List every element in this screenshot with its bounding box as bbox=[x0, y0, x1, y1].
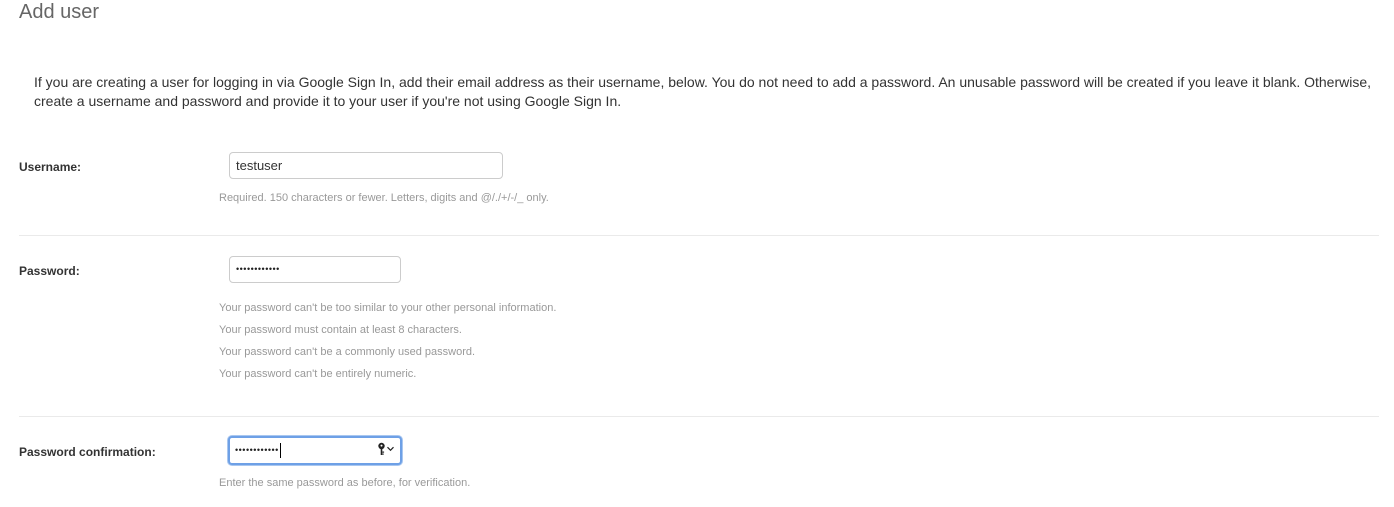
password-confirmation-label: Password confirmation: bbox=[19, 445, 156, 459]
row-divider bbox=[19, 416, 1379, 417]
password-help-similar: Your password can't be too similar to yo… bbox=[219, 302, 557, 314]
page-title: Add user bbox=[19, 1, 100, 23]
text-caret bbox=[279, 443, 281, 458]
username-help: Required. 150 characters or fewer. Lette… bbox=[219, 192, 549, 204]
key-icon bbox=[378, 442, 385, 455]
password-help-numeric: Your password can't be entirely numeric. bbox=[219, 368, 417, 380]
password-help-length: Your password must contain at least 8 ch… bbox=[219, 324, 462, 336]
intro-text: If you are creating a user for logging i… bbox=[34, 74, 1372, 109]
password-manager-button[interactable] bbox=[377, 442, 394, 456]
chevron-down-icon bbox=[387, 446, 394, 452]
add-user-page: Add user If you are creating a user for … bbox=[0, 0, 1394, 507]
password-confirmation-input-value: •••••••••••• bbox=[235, 445, 279, 455]
password-input-value: •••••••••••• bbox=[236, 264, 280, 274]
password-confirmation-help: Enter the same password as before, for v… bbox=[219, 477, 471, 489]
username-label: Username: bbox=[19, 160, 82, 174]
username-input[interactable]: testuser bbox=[229, 152, 503, 179]
row-divider bbox=[19, 235, 1379, 236]
password-input[interactable]: •••••••••••• bbox=[229, 256, 401, 283]
password-confirmation-input[interactable]: •••••••••••• bbox=[228, 436, 402, 465]
password-help-common: Your password can't be a commonly used p… bbox=[219, 346, 476, 358]
password-label: Password: bbox=[19, 264, 80, 278]
username-input-value: testuser bbox=[236, 158, 283, 173]
